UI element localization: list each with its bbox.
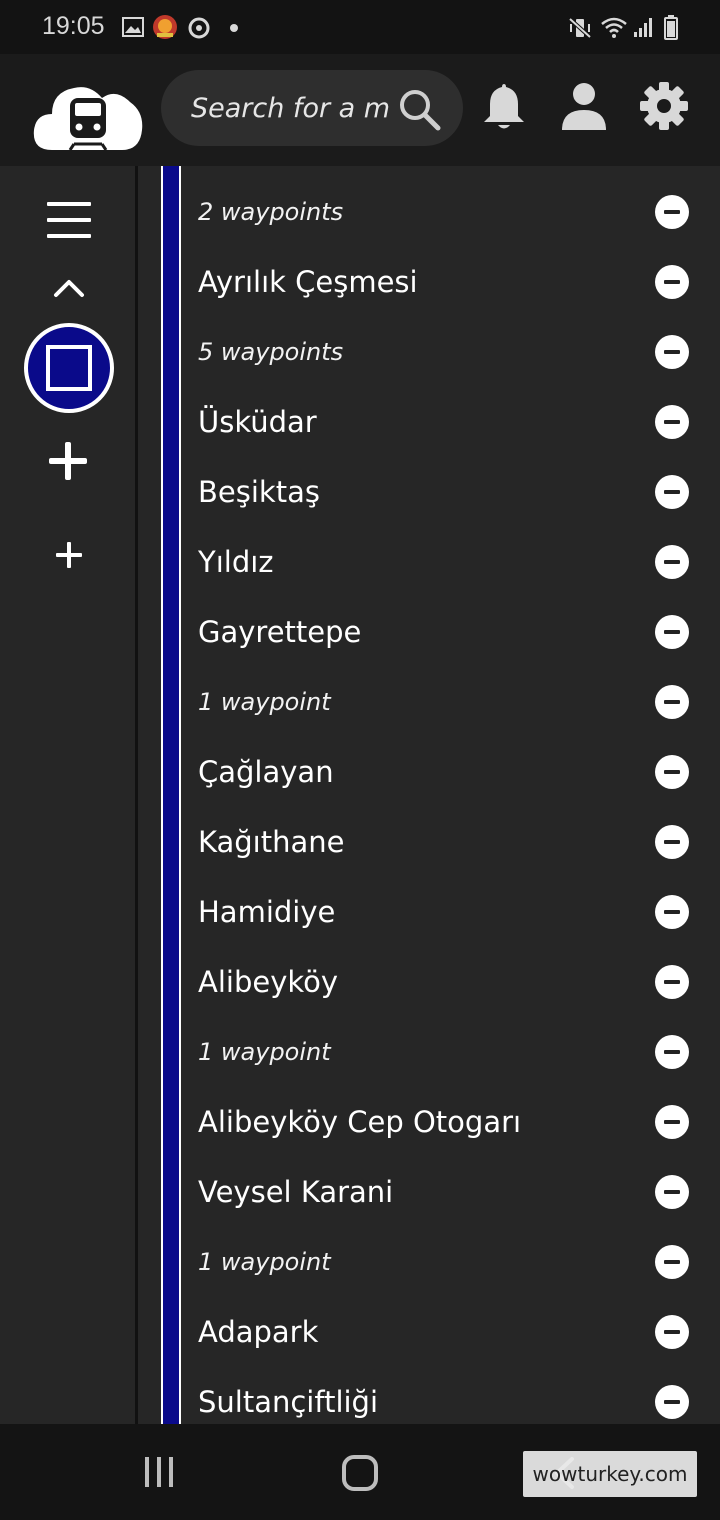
signal-icon (634, 18, 652, 37)
list-item[interactable]: 2 waypoints (138, 177, 720, 247)
remove-icon[interactable] (655, 755, 689, 789)
remove-icon[interactable] (655, 965, 689, 999)
game-avatar-icon (153, 15, 177, 39)
cloud-train-logo[interactable] (30, 72, 146, 152)
mute-vibrate-icon (568, 17, 592, 39)
waypoint-label[interactable]: 1 waypoint (198, 667, 331, 737)
station-label[interactable]: Yıldız (198, 527, 274, 597)
app-bar (0, 54, 720, 166)
remove-icon[interactable] (655, 895, 689, 929)
list-item[interactable]: Üsküdar (138, 387, 720, 457)
list-item[interactable]: Yıldız (138, 527, 720, 597)
station-label[interactable]: Gayrettepe (198, 597, 361, 667)
remove-icon[interactable] (655, 1035, 689, 1069)
station-label[interactable]: Adapark (198, 1297, 318, 1367)
remove-icon[interactable] (655, 1245, 689, 1279)
list-item[interactable]: Sultançiftliği (138, 1367, 720, 1424)
menu-icon[interactable] (47, 201, 91, 239)
sidebar (0, 166, 135, 1424)
dot-icon (230, 24, 238, 32)
battery-icon (664, 15, 678, 40)
remove-icon[interactable] (655, 265, 689, 299)
waypoint-label[interactable]: 1 waypoint (198, 1227, 331, 1297)
waypoint-label[interactable]: 1 waypoint (198, 1017, 331, 1087)
gear-icon[interactable] (638, 80, 690, 132)
station-label[interactable]: Beşiktaş (198, 457, 320, 527)
station-label[interactable]: Hamidiye (198, 877, 335, 947)
wifi-icon (601, 17, 627, 38)
line-color-icon[interactable] (23, 322, 115, 414)
remove-icon[interactable] (655, 615, 689, 649)
status-time: 19:05 (42, 12, 105, 40)
list-item[interactable]: Alibeyköy Cep Otogarı (138, 1087, 720, 1157)
station-label[interactable]: Sultançiftliği (198, 1367, 378, 1424)
chevron-up-icon[interactable] (53, 278, 85, 298)
status-bar: 19:05 (0, 0, 720, 54)
remove-icon[interactable] (655, 335, 689, 369)
list-item[interactable]: 5 waypoints (138, 317, 720, 387)
search-icon[interactable] (397, 87, 441, 131)
list-item[interactable]: Gayrettepe (138, 597, 720, 667)
image-icon (122, 17, 144, 37)
list-item[interactable]: 1 waypoint (138, 1227, 720, 1297)
remove-icon[interactable] (655, 405, 689, 439)
list-item[interactable]: 1 waypoint (138, 1017, 720, 1087)
station-label[interactable]: Ayrılık Çeşmesi (198, 247, 418, 317)
list-item[interactable]: Adapark (138, 1297, 720, 1367)
waypoint-label[interactable]: 5 waypoints (198, 317, 343, 387)
remove-icon[interactable] (655, 545, 689, 579)
station-label[interactable]: Alibeyköy Cep Otogarı (198, 1087, 521, 1157)
home-icon[interactable] (341, 1454, 379, 1492)
plus-large-icon[interactable] (47, 440, 89, 482)
watermark: wowturkey.com (523, 1451, 697, 1497)
waypoint-label[interactable]: 2 waypoints (198, 177, 343, 247)
remove-icon[interactable] (655, 1315, 689, 1349)
route-panel: 2 waypoints Ayrılık Çeşmesi 5 waypoints … (138, 166, 720, 1424)
nav-bar: wowturkey.com (0, 1424, 720, 1520)
station-label[interactable]: Kağıthane (198, 807, 345, 877)
remove-icon[interactable] (655, 1385, 689, 1419)
bell-icon[interactable] (478, 80, 530, 132)
list-item[interactable]: Kağıthane (138, 807, 720, 877)
list-item[interactable]: Beşiktaş (138, 457, 720, 527)
remove-icon[interactable] (655, 475, 689, 509)
stop-list: 2 waypoints Ayrılık Çeşmesi 5 waypoints … (138, 177, 720, 1424)
station-label[interactable]: Çağlayan (198, 737, 334, 807)
plus-small-icon[interactable] (55, 541, 83, 569)
search-input[interactable] (191, 70, 391, 146)
list-item[interactable]: Alibeyköy (138, 947, 720, 1017)
list-item[interactable]: Ayrılık Çeşmesi (138, 247, 720, 317)
list-item[interactable]: Veysel Karani (138, 1157, 720, 1227)
remove-icon[interactable] (655, 1105, 689, 1139)
recent-apps-icon[interactable] (142, 1456, 176, 1488)
list-item[interactable]: Çağlayan (138, 737, 720, 807)
remove-icon[interactable] (655, 1175, 689, 1209)
list-item[interactable]: Hamidiye (138, 877, 720, 947)
station-label[interactable]: Veysel Karani (198, 1157, 393, 1227)
list-item[interactable]: 1 waypoint (138, 667, 720, 737)
user-icon[interactable] (558, 80, 610, 132)
search-box[interactable] (161, 70, 463, 146)
station-label[interactable]: Alibeyköy (198, 947, 338, 1017)
remove-icon[interactable] (655, 195, 689, 229)
sync-icon (188, 17, 210, 39)
remove-icon[interactable] (655, 685, 689, 719)
remove-icon[interactable] (655, 825, 689, 859)
station-label[interactable]: Üsküdar (198, 387, 317, 457)
